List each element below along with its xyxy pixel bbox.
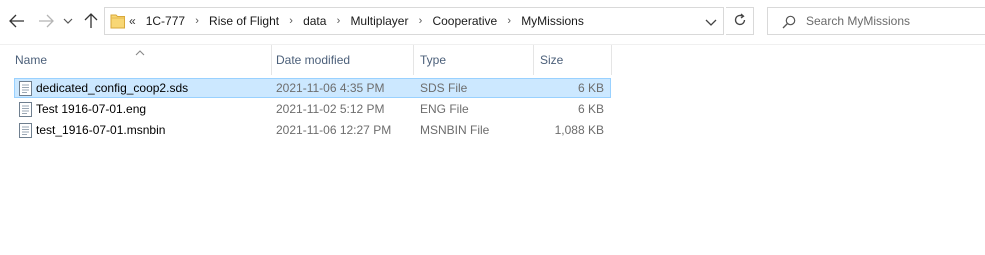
search-icon	[782, 15, 796, 29]
file-name[interactable]: dedicated_config_coop2.sds	[36, 79, 188, 97]
breadcrumb-item-mymissions[interactable]: MyMissions	[519, 14, 586, 28]
breadcrumb-item-data[interactable]: data	[301, 14, 328, 28]
file-name[interactable]: Test 1916-07-01.eng	[36, 100, 146, 118]
file-date-modified: 2021-11-02 5:12 PM	[276, 102, 385, 116]
breadcrumb-overflow[interactable]: «	[129, 14, 136, 28]
file-row[interactable]: test_1916-07-01.msnbin 2021-11-06 12:27 …	[14, 120, 611, 140]
file-type: ENG File	[420, 102, 469, 116]
file-size: 6 KB	[577, 102, 604, 116]
folder-icon	[110, 12, 126, 30]
chevron-right-icon[interactable]: ›	[281, 15, 301, 27]
breadcrumb: « 1C-777 › Rise of Flight › data › Multi…	[129, 8, 586, 34]
arrow-right-icon	[38, 14, 54, 28]
chevron-right-icon[interactable]: ›	[328, 15, 348, 27]
file-date-modified: 2021-11-06 12:27 PM	[276, 123, 392, 137]
file-list: Name Date modified Type Size dedicated_c…	[0, 45, 985, 255]
column-header-size[interactable]: Size	[540, 45, 610, 75]
chevron-down-icon	[63, 17, 73, 25]
breadcrumb-item-multiplayer[interactable]: Multiplayer	[348, 14, 410, 28]
chevron-right-icon[interactable]: ›	[410, 15, 430, 27]
file-row[interactable]: dedicated_config_coop2.sds 2021-11-06 4:…	[14, 78, 611, 98]
search-input[interactable]	[806, 12, 976, 30]
chevron-down-icon	[705, 19, 717, 26]
file-type: MSNBIN File	[420, 123, 490, 137]
recent-locations-button[interactable]	[61, 9, 75, 33]
forward-button[interactable]	[36, 9, 56, 33]
file-size: 1,088 KB	[554, 123, 604, 137]
breadcrumb-item-1c-777[interactable]: 1C-777	[144, 14, 187, 28]
column-header-name[interactable]: Name	[15, 45, 270, 75]
arrow-up-icon	[84, 13, 98, 29]
column-header-date-modified[interactable]: Date modified	[276, 45, 412, 75]
column-resize-handle[interactable]	[533, 45, 534, 75]
chevron-right-icon[interactable]: ›	[187, 15, 207, 27]
breadcrumb-item-cooperative[interactable]: Cooperative	[430, 14, 499, 28]
address-history-dropdown[interactable]	[705, 16, 717, 26]
file-row[interactable]: Test 1916-07-01.eng 2021-11-02 5:12 PM E…	[14, 99, 611, 119]
address-bar[interactable]: « 1C-777 › Rise of Flight › data › Multi…	[104, 7, 724, 35]
column-resize-handle[interactable]	[271, 45, 272, 75]
file-size: 6 KB	[577, 81, 604, 95]
navigation-toolbar: « 1C-777 › Rise of Flight › data › Multi…	[0, 0, 985, 44]
file-icon	[19, 81, 32, 96]
column-resize-handle[interactable]	[611, 45, 612, 75]
arrow-left-icon	[9, 14, 25, 28]
column-resize-handle[interactable]	[413, 45, 414, 75]
breadcrumb-item-rise-of-flight[interactable]: Rise of Flight	[207, 14, 281, 28]
file-date-modified: 2021-11-06 4:35 PM	[276, 81, 385, 95]
file-name[interactable]: test_1916-07-01.msnbin	[36, 121, 165, 139]
column-header-type[interactable]: Type	[420, 45, 532, 75]
back-button[interactable]	[7, 9, 27, 33]
file-type: SDS File	[420, 81, 468, 95]
refresh-button[interactable]	[726, 7, 754, 35]
up-button[interactable]	[81, 9, 101, 33]
refresh-icon	[733, 13, 747, 30]
chevron-right-icon[interactable]: ›	[499, 15, 519, 27]
file-icon	[19, 102, 32, 117]
file-icon	[19, 123, 32, 138]
search-box[interactable]	[767, 7, 985, 35]
